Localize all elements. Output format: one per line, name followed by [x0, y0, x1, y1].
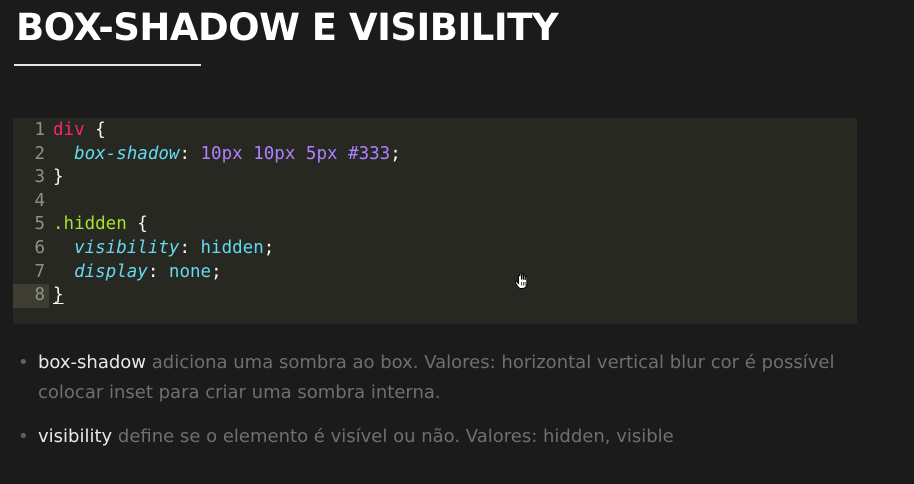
code-token: #333: [348, 143, 391, 164]
code-token: {: [126, 214, 148, 235]
code-token: .hidden: [53, 214, 127, 235]
line-number: 7: [34, 261, 45, 282]
code-token: :: [147, 261, 169, 282]
code-token: 10px: [253, 143, 296, 164]
line-number: 6: [34, 238, 45, 258]
code-token: visibility: [74, 238, 180, 258]
line-number: 5: [34, 214, 45, 235]
code-token: ;: [263, 238, 275, 258]
code-token: none: [168, 261, 212, 282]
bullet-term: visibility: [38, 426, 113, 447]
bullet-term: box-shadow: [38, 352, 147, 373]
code-token: 5px: [305, 143, 338, 164]
title-underline: [14, 64, 201, 66]
code-line: 3}: [13, 166, 857, 190]
code-block: 1 div {2 box-shadow: 10px 10px 5px #333; 3…: [13, 118, 857, 324]
hand-pointer-icon: [514, 272, 528, 289]
code-token: div: [53, 120, 85, 140]
code-line: 4: [13, 190, 857, 214]
code-token: hidden: [200, 238, 264, 258]
code-token: 10px: [200, 143, 243, 164]
code-line: 7 display: none;: [13, 261, 857, 285]
code-line: 5 .hidden {: [13, 213, 857, 237]
line-number: 3: [34, 167, 45, 188]
code-token: ;: [211, 261, 222, 282]
bullet-text: define se o elemento é visível ou não. V…: [112, 426, 674, 447]
code-token: ;: [390, 143, 401, 164]
list-item: • visibility define se o elemento é visív…: [14, 422, 874, 452]
line-number: 4: [34, 190, 45, 211]
bullet-icon: •: [18, 426, 29, 447]
list-item: • box-shadow adiciona uma sombra ao box. …: [14, 348, 874, 408]
code-token: box-shadow: [74, 143, 180, 164]
bullet-list: • box-shadow adiciona uma sombra ao box. …: [14, 348, 874, 466]
code-token: }: [53, 285, 64, 306]
code-line: 8}: [13, 284, 857, 308]
code-line: 6 visibility: hidden;: [13, 237, 857, 261]
code-token: :: [179, 238, 201, 258]
code-token: {: [84, 120, 106, 140]
bullet-icon: •: [18, 352, 29, 373]
bullet-text: adiciona uma sombra ao box. Valores: hor…: [38, 352, 835, 403]
code-token: display: [74, 261, 148, 282]
line-number: 8: [13, 284, 49, 308]
code-token: }: [53, 167, 64, 188]
code-token: :: [179, 143, 201, 164]
line-number: 1: [34, 120, 45, 140]
slide-title: BOX-SHADOW E VISIBILITY: [16, 6, 559, 49]
code-line: 1 div {: [13, 119, 857, 143]
code-line: 2 box-shadow: 10px 10px 5px #333;: [13, 143, 857, 167]
line-number: 2: [34, 143, 45, 164]
